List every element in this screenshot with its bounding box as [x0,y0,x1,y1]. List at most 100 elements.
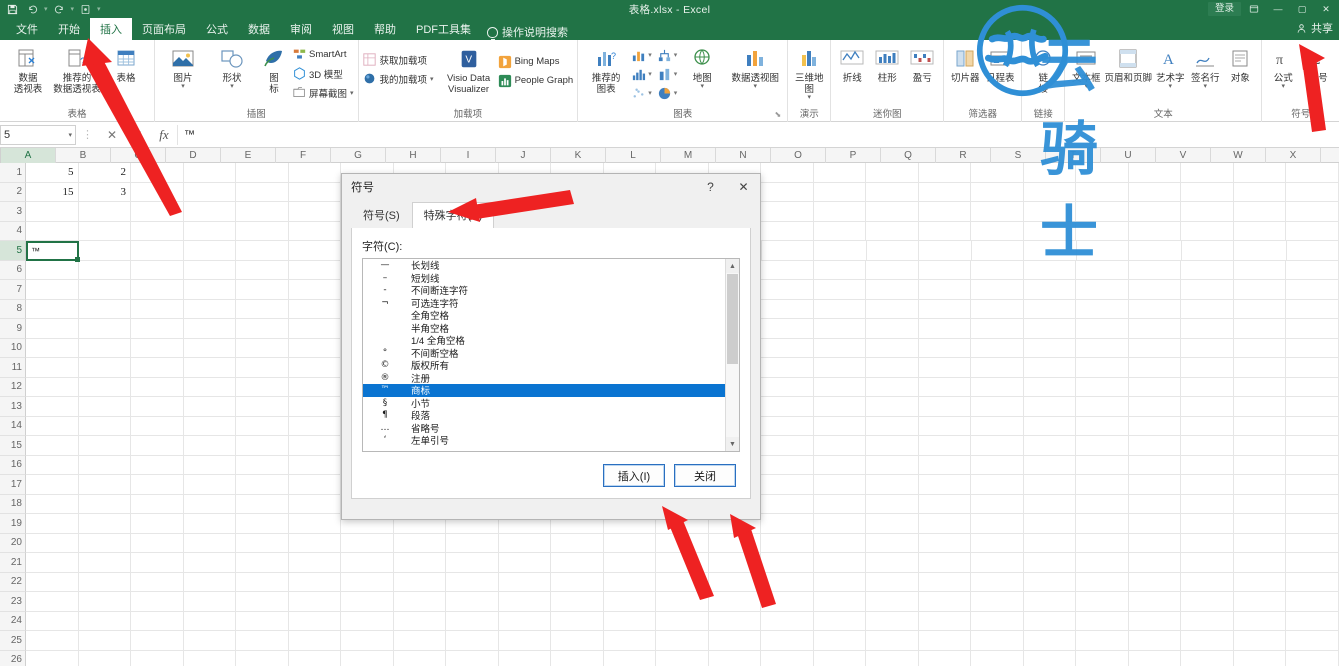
cell-A2[interactable]: 15 [26,182,79,202]
cell-I20[interactable] [446,533,499,553]
cell-Y10[interactable] [1286,338,1339,358]
cell-E19[interactable] [236,514,289,534]
cell-A7[interactable] [26,280,79,300]
cell-U12[interactable] [1076,377,1129,397]
cell-Y3[interactable] [1286,202,1339,222]
row-header-20[interactable]: 20 [0,533,26,553]
cell-W5[interactable] [1181,241,1235,261]
cell-U10[interactable] [1076,338,1129,358]
cell-U19[interactable] [1076,514,1129,534]
row-header-10[interactable]: 10 [0,338,26,358]
recommended-charts-button[interactable]: ? 推荐的 图表 [582,43,630,95]
cell-D22[interactable] [183,572,237,592]
cell-U6[interactable] [1076,260,1129,280]
my-addins-caret[interactable]: ▾ [430,75,434,83]
column-header-R[interactable]: R [936,148,991,163]
cell-P19[interactable] [813,514,867,534]
cell-R18[interactable] [918,494,972,514]
character-list-item[interactable]: ™ 商标 [363,384,725,397]
cell-P4[interactable] [813,221,867,241]
cell-L26[interactable] [604,650,657,666]
cell-V17[interactable] [1128,475,1182,495]
cell-O2[interactable] [761,182,814,202]
cell-Q8[interactable] [866,299,919,319]
dialog-tab-special-characters[interactable]: 特殊字符(P) [411,202,495,228]
cell-Q2[interactable] [866,182,919,202]
cell-U24[interactable] [1076,611,1129,631]
cell-D4[interactable] [183,221,237,241]
cell-F13[interactable] [288,397,342,417]
cell-W10[interactable] [1181,338,1234,358]
tab-formulas[interactable]: 公式 [196,18,238,40]
cell-U22[interactable] [1076,572,1129,592]
cell-Y22[interactable] [1286,572,1339,592]
formula-input[interactable]: ™ [177,124,1339,145]
cell-Q9[interactable] [866,319,919,339]
my-addins-button[interactable]: 我的加载项 ▾ [363,70,434,87]
character-list-item[interactable]: © 版权所有 [363,359,725,372]
cell-F19[interactable] [288,514,342,534]
cell-J21[interactable] [498,553,552,573]
3d-map-button[interactable]: 三维地 图 ▾ [792,43,826,101]
cell-N22[interactable] [708,572,762,592]
cell-Y23[interactable] [1286,592,1339,612]
cell-A14[interactable] [26,416,79,436]
cancel-icon[interactable]: ✕ [99,125,125,145]
text-box-caret[interactable]: ▾ [1084,83,1088,90]
row-header-16[interactable]: 16 [0,455,26,475]
cell-B26[interactable] [79,650,132,666]
row-header-17[interactable]: 17 [0,475,26,495]
cell-U26[interactable] [1076,650,1129,666]
cell-B2[interactable]: 3 [78,182,132,202]
column-header-Y[interactable]: Y [1321,148,1339,163]
cell-I25[interactable] [446,631,499,651]
cell-D26[interactable] [184,650,237,666]
cell-U1[interactable] [1076,163,1129,183]
cell-W13[interactable] [1181,397,1234,417]
cell-C1[interactable] [131,163,184,183]
cell-C9[interactable] [131,319,184,339]
cell-J25[interactable] [498,631,552,651]
cell-V7[interactable] [1128,280,1182,300]
cell-T9[interactable] [1023,319,1077,339]
cell-O23[interactable] [761,592,814,612]
cell-R13[interactable] [918,397,972,417]
cell-B8[interactable] [78,299,132,319]
cell-R8[interactable] [918,299,972,319]
cell-T6[interactable] [1023,260,1077,280]
cell-K26[interactable] [551,650,604,666]
cell-E20[interactable] [236,533,289,553]
cell-G20[interactable] [341,533,394,553]
cell-X26[interactable] [1234,650,1287,666]
cell-U17[interactable] [1076,475,1129,495]
cell-P5[interactable] [814,241,867,261]
cell-H26[interactable] [394,650,447,666]
cell-V18[interactable] [1128,494,1182,514]
cell-E4[interactable] [236,221,289,241]
cell-X25[interactable] [1233,631,1287,651]
cell-E8[interactable] [236,299,289,319]
sign-in-button[interactable]: 登录 [1207,2,1241,16]
bing-maps-button[interactable]: Bing Maps [498,53,574,70]
cell-L24[interactable] [603,611,657,631]
cell-E2[interactable] [236,182,289,202]
cell-X1[interactable] [1233,163,1287,183]
cell-E7[interactable] [236,280,289,300]
cell-U25[interactable] [1076,631,1129,651]
cell-Q18[interactable] [866,494,919,514]
cell-P12[interactable] [813,377,867,397]
cell-V16[interactable] [1128,455,1182,475]
dialog-close-icon[interactable]: ✕ [727,174,760,199]
cell-T4[interactable] [1023,221,1077,241]
cell-X19[interactable] [1233,514,1287,534]
cell-D7[interactable] [183,280,237,300]
close-button[interactable]: 关闭 [674,464,736,487]
cell-B23[interactable] [78,592,132,612]
cell-U9[interactable] [1076,319,1129,339]
cell-O10[interactable] [761,338,814,358]
tab-page-layout[interactable]: 页面布局 [132,18,196,40]
cell-I22[interactable] [446,572,499,592]
cell-H20[interactable] [393,533,447,553]
cell-T10[interactable] [1023,338,1077,358]
column-header-L[interactable]: L [606,148,661,163]
